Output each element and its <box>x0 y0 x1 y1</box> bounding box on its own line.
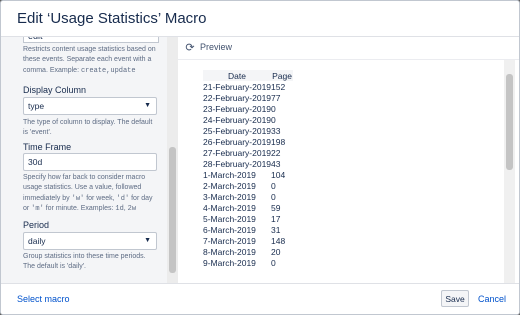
page-count-cell: 148 <box>271 235 286 246</box>
usage-table: Date Page 21-February-2019 152 22-February… <box>203 70 294 268</box>
table-row: 25-February-2019 33 <box>203 125 293 136</box>
preview-scrollbar-thumb[interactable] <box>506 74 513 170</box>
macro-parameters-panel: edit Restricts content usage statistics … <box>1 37 178 283</box>
page-count-cell: 198 <box>271 136 286 147</box>
time-frame-input[interactable]: 30d <box>23 153 157 171</box>
period-help: Group statistics into these time periods… <box>23 253 146 271</box>
table-row: 26-February-2019 198 <box>203 136 293 147</box>
table-row: 1-March-2019 104 <box>203 169 293 180</box>
chevron-down-icon: ▼ <box>144 237 151 244</box>
table-row: 27-February-2019 22 <box>203 147 293 158</box>
period-select[interactable]: daily ▼ <box>23 232 157 250</box>
date-cell: 5-March-2019 <box>203 213 256 224</box>
date-cell: 8-March-2019 <box>203 246 256 257</box>
date-cell: 3-March-2019 <box>203 191 256 202</box>
table-row: 22-February-2019 77 <box>203 92 293 103</box>
column-header-date: Date <box>203 70 272 81</box>
cancel-link[interactable]: Cancel <box>478 294 506 304</box>
display-column-label: Display Column <box>23 85 87 95</box>
page-count-cell: 77 <box>271 92 281 103</box>
page-count-cell: 0 <box>271 103 276 114</box>
date-cell: 22-February-2019 <box>203 92 272 103</box>
date-cell: 9-March-2019 <box>203 257 256 268</box>
table-row: 28-February-2019 43 <box>203 158 293 169</box>
page-count-cell: 0 <box>271 180 276 191</box>
preview-label: Preview <box>200 42 233 52</box>
date-cell: 28-February-2019 <box>203 158 272 169</box>
date-cell: 27-February-2019 <box>203 147 272 158</box>
page-count-cell: 43 <box>271 158 281 169</box>
chevron-down-icon: ▼ <box>144 102 151 109</box>
date-cell: 6-March-2019 <box>203 224 256 235</box>
left-scrollbar-thumb[interactable] <box>169 147 176 273</box>
refresh-icon[interactable]: ⟳ <box>184 42 196 54</box>
page-count-cell: 0 <box>271 114 276 125</box>
events-input[interactable]: edit <box>23 37 159 43</box>
table-row: 8-March-2019 20 <box>203 246 293 257</box>
events-help: Restricts content usage statistics based… <box>23 46 156 75</box>
date-cell: 1-March-2019 <box>203 169 256 180</box>
date-cell: 23-February-2019 <box>203 103 272 114</box>
page-count-cell: 152 <box>271 81 286 92</box>
table-row: 2-March-2019 0 <box>203 180 293 191</box>
macro-dialog: Edit ‘Usage Statistics’ Macro edit Restr… <box>0 0 520 315</box>
period-label: Period <box>23 220 50 230</box>
preview-scrollbar[interactable] <box>504 60 515 283</box>
table-row: 23-February-2019 0 <box>203 103 293 114</box>
dialog-footer: Select macro Save Cancel <box>1 283 519 314</box>
date-cell: 21-February-2019 <box>203 81 272 92</box>
date-cell: 4-March-2019 <box>203 202 256 213</box>
table-row: 9-March-2019 0 <box>203 257 293 268</box>
date-cell: 24-February-2019 <box>203 114 272 125</box>
page-count-cell: 0 <box>271 191 276 202</box>
page-count-cell: 17 <box>271 213 281 224</box>
page-count-cell: 104 <box>271 169 286 180</box>
table-row: 21-February-2019 152 <box>203 81 293 92</box>
page-count-cell: 0 <box>271 257 276 268</box>
select-macro-link[interactable]: Select macro <box>17 294 70 304</box>
table-row: 4-March-2019 59 <box>203 202 293 213</box>
preview-content: Date Page 21-February-2019 152 22-February… <box>178 60 519 283</box>
page-count-cell: 22 <box>271 147 281 158</box>
table-row: 24-February-2019 0 <box>203 114 293 125</box>
date-cell: 2-March-2019 <box>203 180 256 191</box>
page-count-cell: 33 <box>271 125 281 136</box>
page-count-cell: 20 <box>271 246 281 257</box>
dialog-header: Edit ‘Usage Statistics’ Macro <box>1 1 519 37</box>
table-row: 6-March-2019 31 <box>203 224 293 235</box>
dialog-title: Edit ‘Usage Statistics’ Macro <box>17 10 207 27</box>
table-row: 7-March-2019 148 <box>203 235 293 246</box>
preview-panel: ⟳ Preview Date Page 21-February-2019 152 2… <box>178 37 519 283</box>
time-frame-label: Time Frame <box>23 142 72 152</box>
column-header-page: Page <box>271 70 294 81</box>
table-row: 3-March-2019 0 <box>203 191 293 202</box>
date-cell: 7-March-2019 <box>203 235 256 246</box>
table-header-row: Date Page <box>203 70 294 81</box>
page-count-cell: 31 <box>271 224 281 235</box>
display-column-select[interactable]: type ▼ <box>23 97 157 115</box>
table-row: 5-March-2019 17 <box>203 213 293 224</box>
date-cell: 25-February-2019 <box>203 125 272 136</box>
dialog-body: edit Restricts content usage statistics … <box>1 37 519 283</box>
page-count-cell: 59 <box>271 202 281 213</box>
time-frame-help: Specify how far back to consider macro u… <box>23 174 153 214</box>
display-column-help: The type of column to display. The defau… <box>23 119 153 137</box>
save-button[interactable]: Save <box>441 290 469 307</box>
left-scrollbar[interactable] <box>167 37 178 283</box>
date-cell: 26-February-2019 <box>203 136 272 147</box>
preview-toolbar: ⟳ Preview <box>178 37 519 60</box>
